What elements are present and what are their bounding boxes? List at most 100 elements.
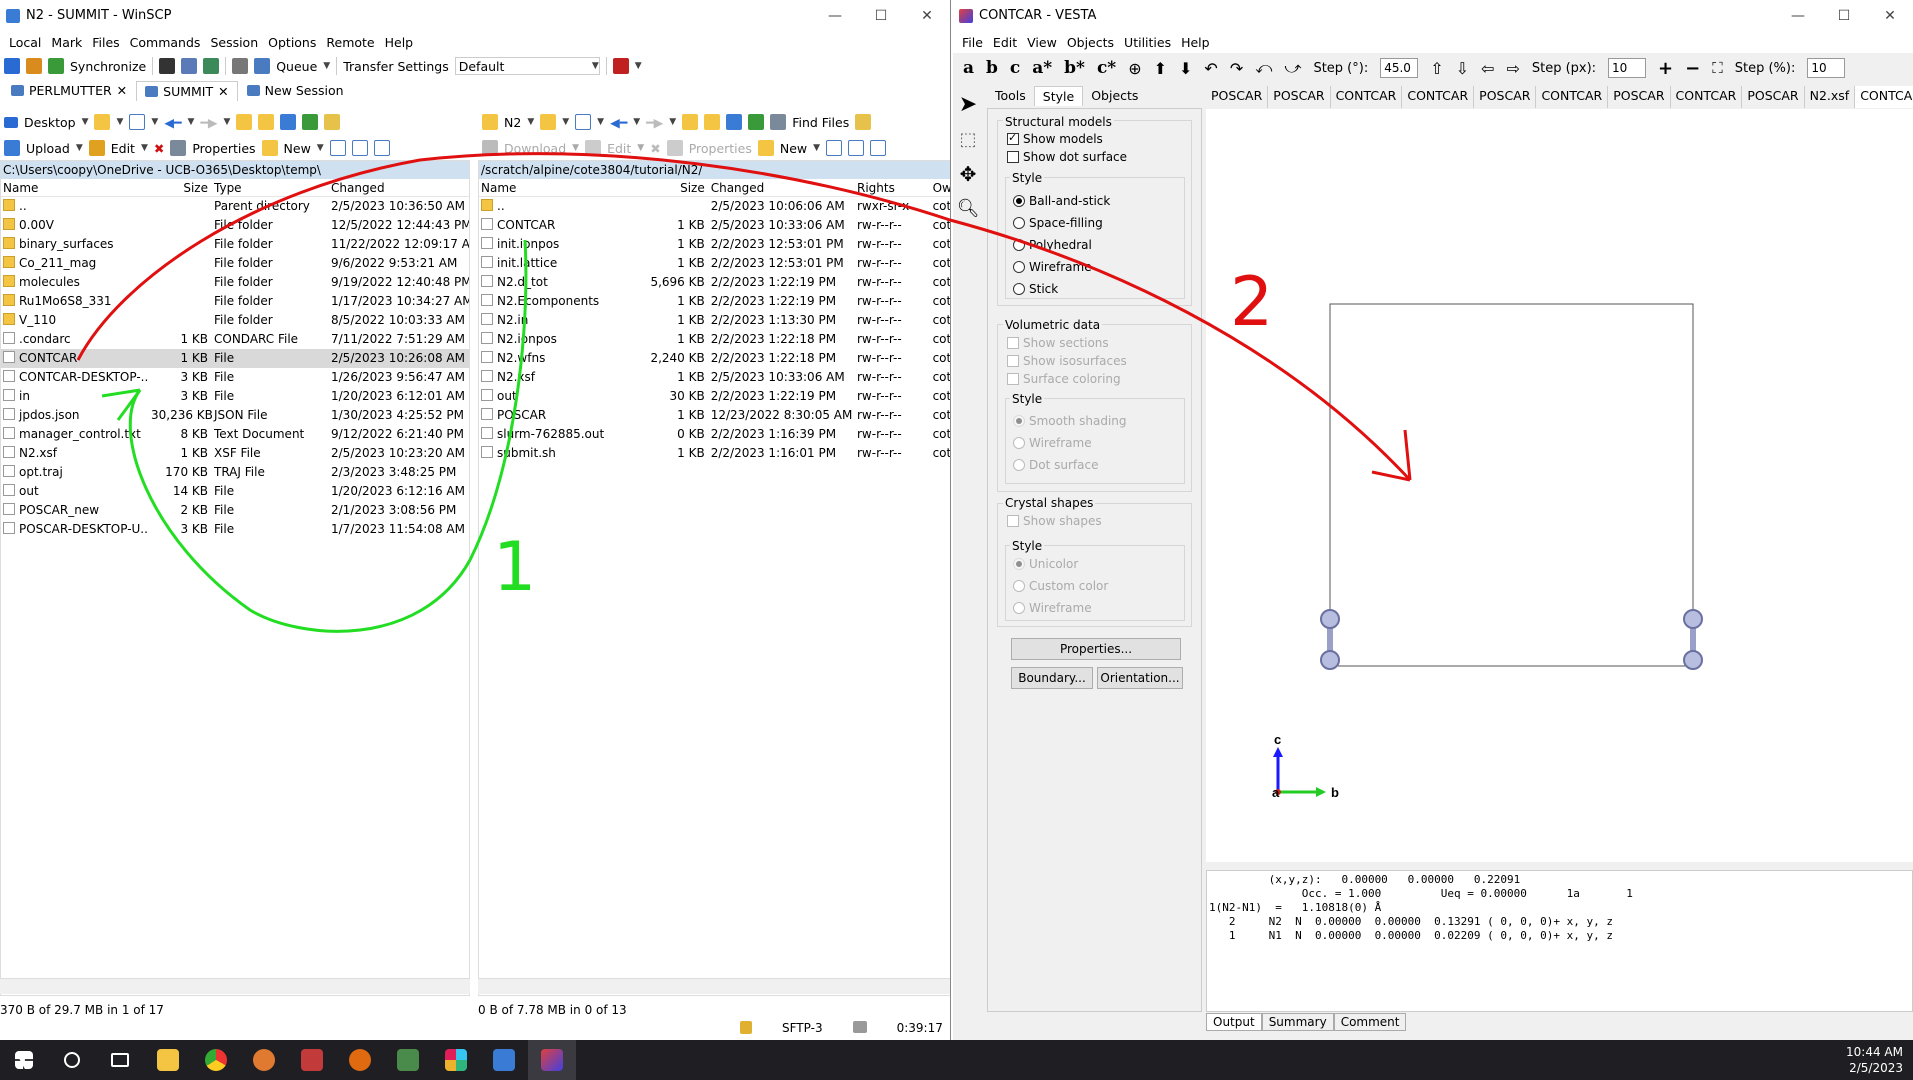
root-folder-icon[interactable] [258,114,275,130]
synchronize-button[interactable]: Synchronize [70,59,146,74]
file-explorer-icon[interactable] [144,1040,192,1080]
back-arrow-icon[interactable]: ◀━ [610,115,627,130]
col-owner[interactable]: Ow [931,179,950,196]
structure-view[interactable]: c a b [1206,109,1913,862]
local-path[interactable]: C:\Users\coopy\OneDrive - UCB-O365\Deskt… [1,161,469,179]
menu-objects[interactable]: Objects [1062,35,1119,50]
close-icon[interactable]: ✕ [218,84,228,99]
close-icon[interactable]: ✕ [117,83,127,98]
filter-icon[interactable] [373,140,390,156]
queue-button[interactable]: Queue [276,59,317,74]
ball-and-stick-radio[interactable]: Ball-and-stick [1013,194,1110,208]
table-row[interactable]: CONTCAR-DESKTOP-... 3 KB File 1/26/2023 9:5… [1,368,469,387]
compare-icon[interactable] [181,58,198,74]
refresh-icon[interactable] [203,58,220,74]
output-console[interactable]: (x,y,z): 0.00000 0.00000 0.22091 Occ. = … [1206,870,1913,1012]
menu-file[interactable]: File [957,35,988,50]
rotate-left-icon[interactable]: ↶ [1204,59,1217,78]
view-c-button[interactable]: c [1010,58,1020,78]
properties-button[interactable]: Properties... [1011,638,1181,660]
chevron-down-icon[interactable]: ▼ [323,61,330,71]
menu-remote[interactable]: Remote [321,35,379,50]
col-name[interactable]: Name [1,179,149,196]
volumetric-wireframe-radio[interactable]: Wireframe [1013,436,1092,450]
col-size[interactable]: Size [644,179,709,196]
delete-icon[interactable]: ✖ [650,141,660,156]
menu-session[interactable]: Session [205,35,263,50]
app-icon[interactable] [336,1040,384,1080]
download-button[interactable]: Download [504,141,566,156]
file-tab[interactable]: N2.xsf [1805,86,1856,108]
menu-utilities[interactable]: Utilities [1119,35,1176,50]
file-tab[interactable]: POSCAR [1608,86,1671,108]
rotate-up-icon[interactable]: ⬆ [1154,59,1167,78]
table-row[interactable]: N2.ionpos 1 KB 2/2/2023 1:22:18 PM rw-r--r-… [479,330,950,349]
slack-icon[interactable] [432,1040,480,1080]
zoom-out-icon[interactable]: − [1685,58,1700,79]
view-b-button[interactable]: b [986,58,998,78]
minimize-button[interactable]: — [1775,0,1821,31]
tab-style[interactable]: Style [1033,86,1084,106]
properties-button[interactable]: Properties [192,141,255,156]
root-folder-icon[interactable] [704,114,721,130]
transfer-settings-select[interactable]: Default ▼ [454,57,600,75]
translate-icon[interactable]: ✥ [960,162,977,186]
menu-edit[interactable]: Edit [988,35,1022,50]
table-row[interactable]: slurm-762885.out 0 KB 2/2/2023 1:16:39 PM r… [479,425,950,444]
file-tab[interactable]: POSCAR [1474,86,1537,108]
maximize-button[interactable]: ☐ [858,0,904,31]
col-name[interactable]: Name [479,179,644,196]
table-row[interactable]: V_110 File folder 8/5/2022 10:03:33 AM [1,311,469,330]
menu-commands[interactable]: Commands [125,35,206,50]
unicolor-radio[interactable]: Unicolor [1013,557,1078,571]
remote-scrollbar[interactable] [478,978,950,994]
table-row[interactable]: .. Parent directory 2/5/2023 10:36:50 AM [1,197,469,216]
rotate-ccw-icon[interactable]: ⤺ [1255,58,1272,78]
col-type[interactable]: Type [212,179,329,196]
menu-help[interactable]: Help [1176,35,1215,50]
minus-icon[interactable] [848,140,865,156]
start-button[interactable] [0,1040,48,1080]
show-models-checkbox[interactable]: Show models [1007,131,1103,146]
file-tab[interactable]: CONTCAR [1402,86,1475,108]
table-row[interactable]: init.ionpos 1 KB 2/2/2023 12:53:01 PM rw-r-… [479,235,950,254]
local-drive-select[interactable]: Desktop [24,115,76,130]
tab-new-session[interactable]: New Session [238,80,353,101]
find-files-button[interactable]: Find Files [792,115,849,130]
file-tab[interactable]: CONTCAR [1671,86,1743,108]
open-folder-icon[interactable] [94,114,111,130]
vesta-taskbar-icon[interactable] [528,1040,576,1080]
table-row[interactable]: POSCAR-DESKTOP-U... 3 KB File 1/7/2023 11:5… [1,520,469,539]
delete-icon[interactable]: ✖ [154,141,164,156]
view-a-star-button[interactable]: a* [1032,58,1052,78]
tab-tools[interactable]: Tools [987,86,1034,106]
table-row[interactable]: .condarc 1 KB CONDARC File 7/11/2022 7:51:2… [1,330,469,349]
table-row[interactable]: in 3 KB File 1/20/2023 6:12:01 AM [1,387,469,406]
filter-icon[interactable] [575,114,592,130]
disconnect-icon[interactable] [612,58,629,74]
table-row[interactable]: out 30 KB 2/2/2023 1:22:19 PM rw-r--r-- cot [479,387,950,406]
file-tab[interactable]: POSCAR [1742,86,1805,108]
winscp-taskbar-icon[interactable] [480,1040,528,1080]
forward-arrow-icon[interactable]: ━▶ [646,115,663,130]
parent-folder-icon[interactable] [236,114,253,130]
step-deg-input[interactable]: 45.0 [1380,58,1419,78]
rotate-right-icon[interactable]: ↷ [1230,59,1243,78]
show-sections-checkbox[interactable]: Show sections [1007,336,1109,350]
table-row[interactable]: N2.Ecomponents 1 KB 2/2/2023 1:22:19 PM rw-… [479,292,950,311]
menu-local[interactable]: Local [4,35,46,50]
app-icon[interactable] [240,1040,288,1080]
table-row[interactable]: binary_surfaces File folder 11/22/2022 12:… [1,235,469,254]
file-tab[interactable]: POSCAR [1268,86,1331,108]
close-button[interactable]: ✕ [1867,0,1913,31]
minimize-button[interactable]: — [812,0,858,31]
fit-icon[interactable]: ⛶ [1712,59,1723,77]
plus-icon[interactable] [826,140,843,156]
table-row[interactable]: CONTCAR 1 KB File 2/5/2023 10:26:08 AM [1,349,469,368]
table-row[interactable]: POSCAR_new 2 KB File 2/1/2023 3:08:56 PM [1,501,469,520]
sphere-icon[interactable]: ⊕ [1128,59,1141,78]
space-filling-radio[interactable]: Space-filling [1013,216,1103,230]
menu-files[interactable]: Files [87,35,124,50]
open-folder-icon[interactable] [540,114,557,130]
menu-help[interactable]: Help [380,35,419,50]
